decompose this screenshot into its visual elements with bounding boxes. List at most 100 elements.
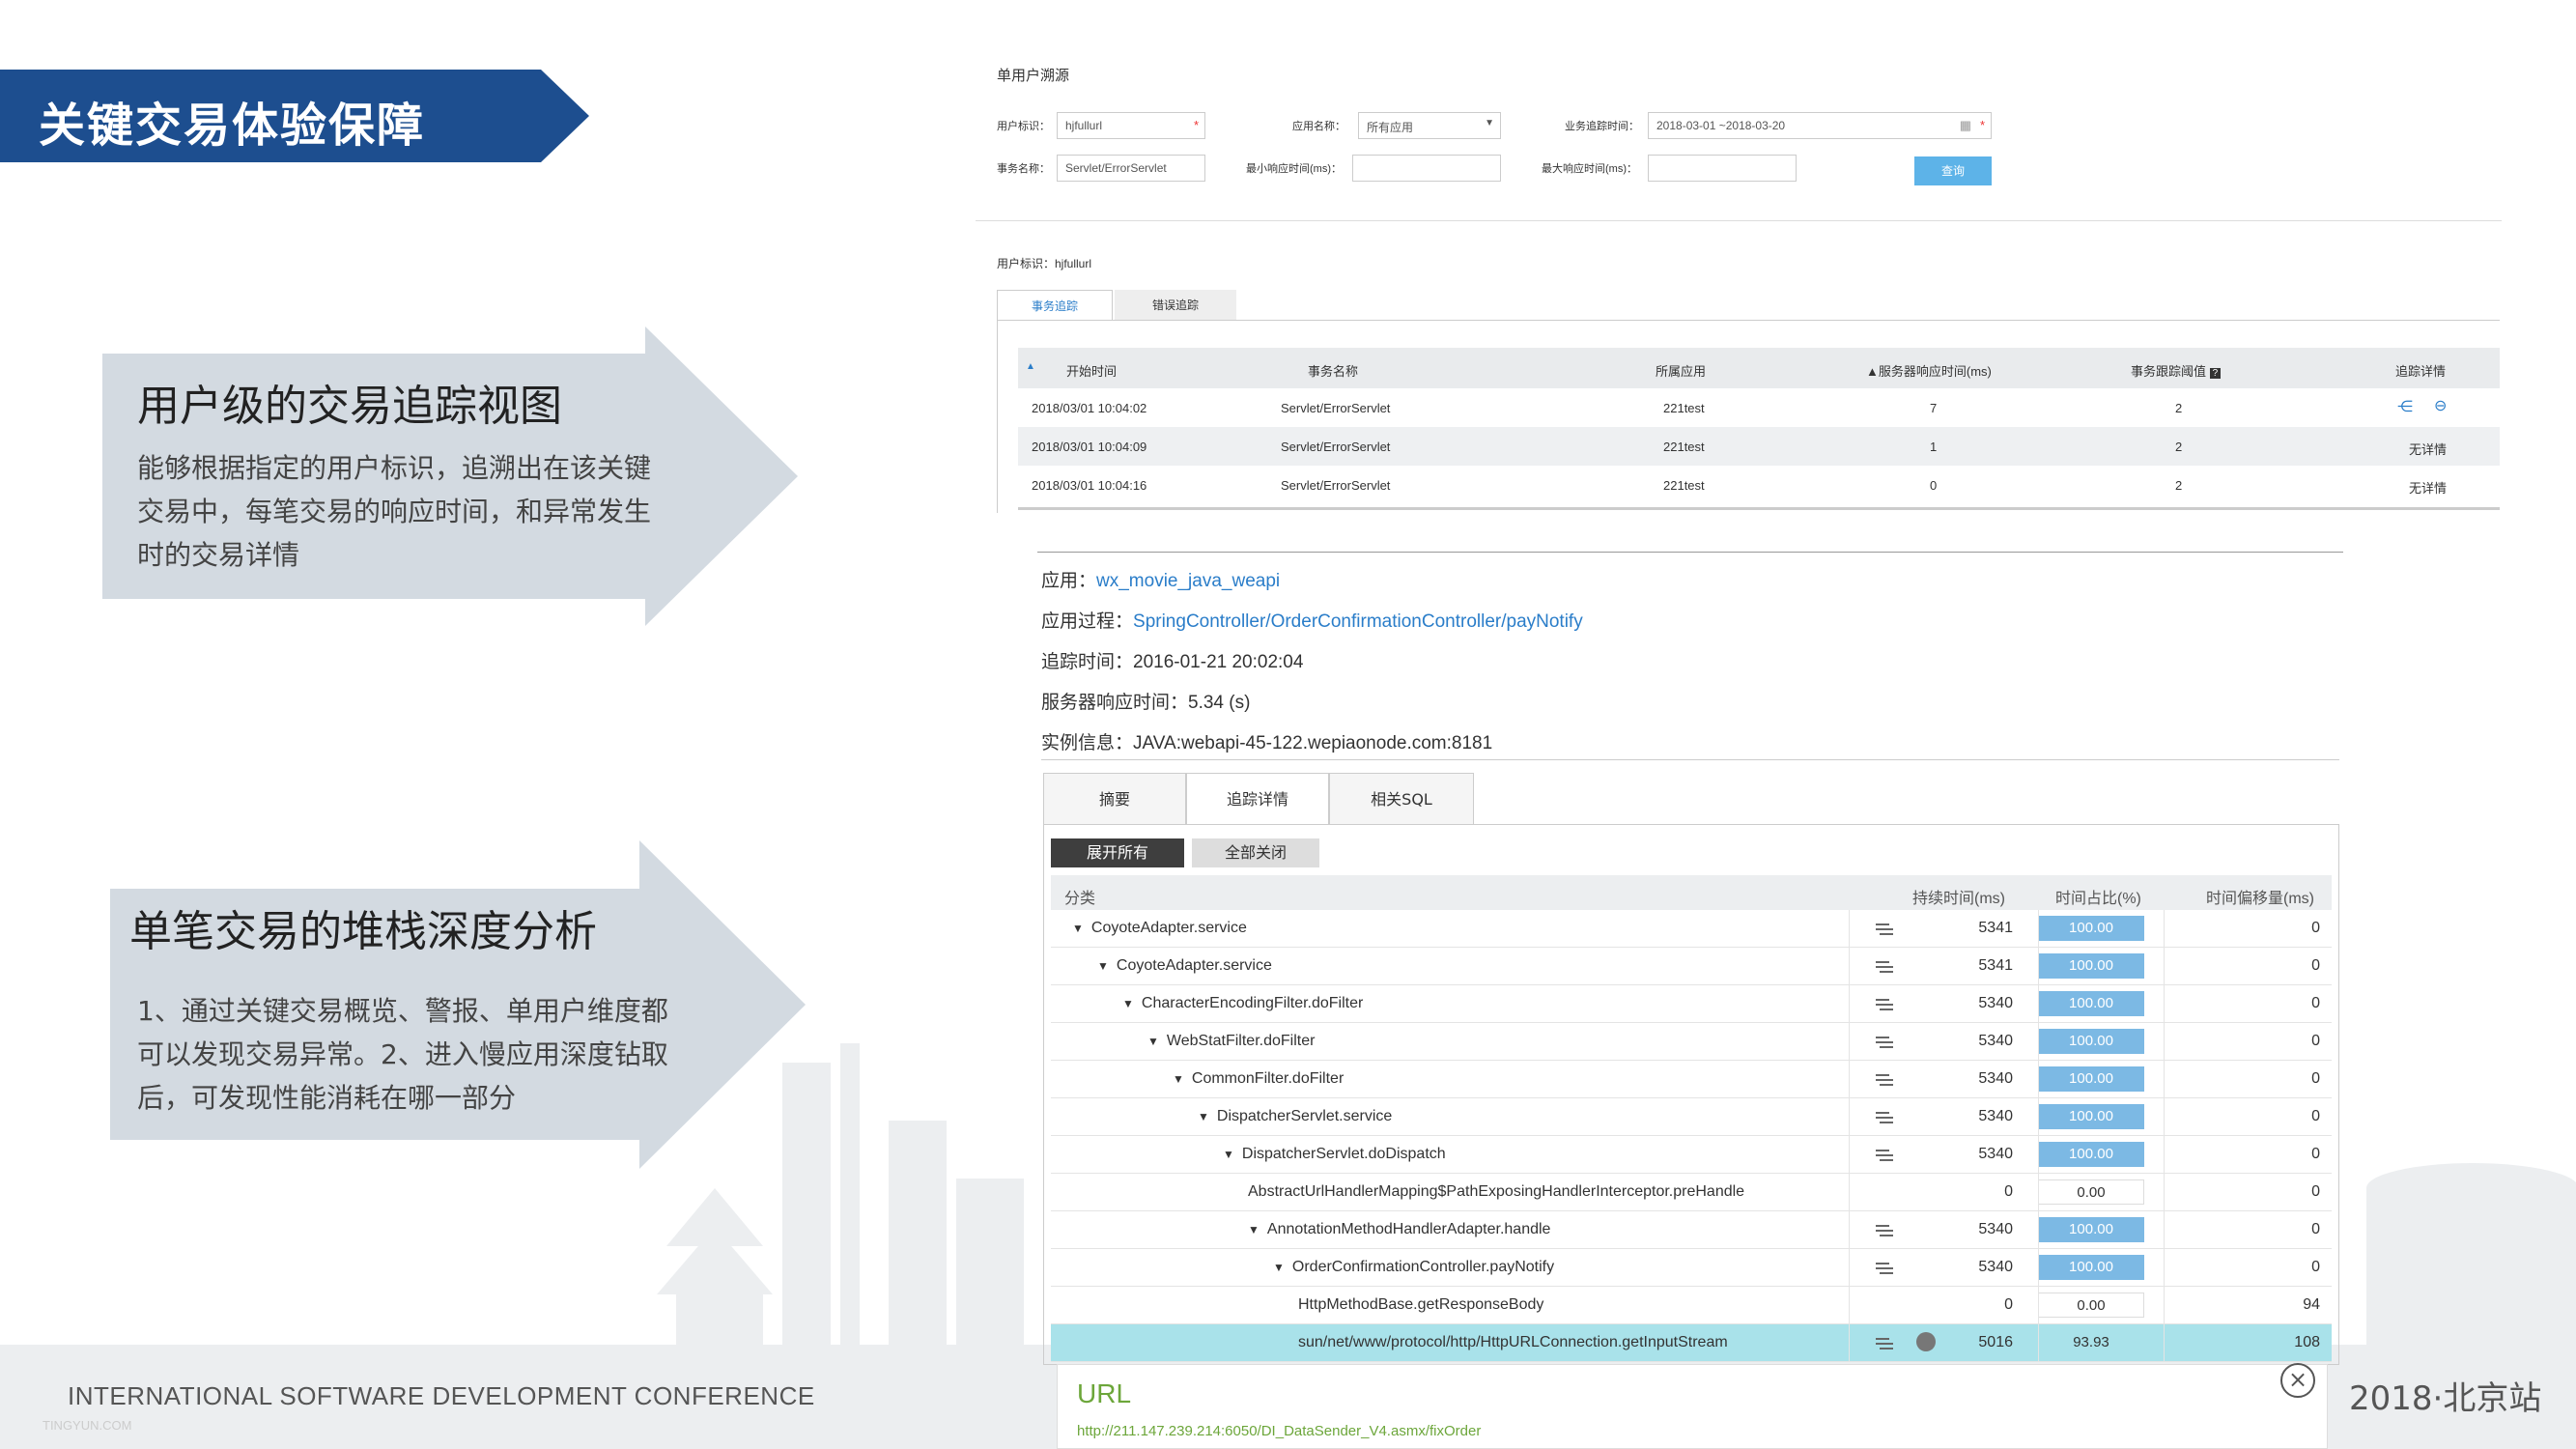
tree-node-name: DispatcherServlet.doDispatch: [1241, 1146, 1446, 1162]
percent-bar: 93.93: [2038, 1330, 2144, 1355]
offset-value: 0: [2311, 1108, 2320, 1124]
percent-value: 100.00: [2069, 995, 2113, 1011]
expand-toggle-icon[interactable]: ▼: [1173, 1072, 1184, 1086]
duration-value: 5016: [1978, 1334, 2013, 1350]
expand-toggle-icon[interactable]: ▼: [1198, 1110, 1209, 1123]
app-select[interactable]: 所有应用 ▼: [1358, 112, 1501, 139]
user-id-input[interactable]: hjfullurl *: [1057, 112, 1205, 139]
expand-toggle-icon[interactable]: ▼: [1223, 1148, 1234, 1161]
conference-year: 2018·北京站: [2349, 1379, 2542, 1418]
col-start-time[interactable]: 开始时间: [1066, 361, 1117, 380]
trace-tree-row[interactable]: ▼ CoyoteAdapter.service 5341 100.00 0: [1051, 948, 2332, 985]
stack-list-icon[interactable]: [1874, 1337, 1895, 1350]
cell-threshold: 2: [2175, 440, 2183, 454]
trace-tree-row[interactable]: ▼ OrderConfirmationController.payNotify 53…: [1051, 1249, 2332, 1287]
section1-text: 能够根据指定的用户标识，追溯出在该关键 交易中，每笔交易的响应时间，和异常发生 …: [137, 446, 678, 577]
detail-process-link[interactable]: SpringController/OrderConfirmationContro…: [1133, 611, 1583, 632]
trace-tree-row[interactable]: sun/net/www/protocol/http/HttpURLConnect…: [1051, 1324, 2332, 1362]
tree-node-name: AnnotationMethodHandlerAdapter.handle: [1266, 1221, 1551, 1237]
url-label: URL: [1077, 1378, 1132, 1408]
percent-value: 100.00: [2069, 920, 2113, 936]
tab-summary[interactable]: 摘要: [1043, 773, 1186, 825]
topology-icon[interactable]: ⋲: [2397, 397, 2413, 416]
zoom-detail-icon[interactable]: ⊖: [2434, 396, 2447, 415]
tab-related-sql[interactable]: 相关SQL: [1329, 773, 1474, 825]
stack-list-icon[interactable]: [1874, 998, 1895, 1011]
detail-app-link[interactable]: wx_movie_java_weapi: [1096, 571, 1280, 591]
col-trace-detail[interactable]: 追踪详情: [2395, 361, 2446, 380]
tx-name-input[interactable]: Servlet/ErrorServlet: [1057, 155, 1205, 182]
percent-bar: 100.00: [2038, 991, 2144, 1016]
globe-icon[interactable]: [1916, 1332, 1936, 1351]
stack-list-icon[interactable]: [1874, 1224, 1895, 1237]
table-row[interactable]: 2018/03/01 10:04:02 Servlet/ErrorServlet…: [1018, 388, 2500, 427]
col-percent: 时间占比(%): [2055, 891, 2141, 907]
col-tx-name[interactable]: 事务名称: [1308, 361, 1358, 380]
help-icon[interactable]: ?: [2209, 368, 2222, 379]
stack-list-icon[interactable]: [1874, 1036, 1895, 1049]
table-row[interactable]: 2018/03/01 10:04:16 Servlet/ErrorServlet…: [1018, 466, 2500, 504]
query-button[interactable]: 查询: [1914, 156, 1992, 185]
trace-tree-row[interactable]: ▼ DispatcherServlet.doDispatch 5340 100.00 0: [1051, 1136, 2332, 1174]
trace-tree-row[interactable]: ▼ WebStatFilter.doFilter 5340 100.00 0: [1051, 1023, 2332, 1061]
tab-trace-detail[interactable]: 追踪详情: [1186, 773, 1329, 825]
expand-toggle-icon[interactable]: ▼: [1097, 959, 1109, 973]
table-row[interactable]: 2018/03/01 10:04:09 Servlet/ErrorServlet…: [1018, 427, 2500, 466]
max-resp-label: 最大响应时间(ms)：: [1542, 163, 1637, 175]
section1-heading: 用户级的交易追踪视图: [137, 382, 562, 431]
tree-node-label: ▼ CoyoteAdapter.service: [1097, 957, 1272, 975]
tab-underline: [997, 320, 2500, 321]
instance-label: 实例信息：: [1041, 733, 1134, 753]
duration-value: 5340: [1978, 995, 2013, 1011]
trace-tree-row[interactable]: HttpMethodBase.getResponseBody 0 0.00 94: [1051, 1287, 2332, 1324]
trace-tree-row[interactable]: ▼ CommonFilter.doFilter 5340 100.00 0: [1051, 1061, 2332, 1098]
expand-toggle-icon[interactable]: ▼: [1122, 997, 1134, 1010]
cell-threshold: 2: [2175, 478, 2183, 493]
trace-tree-row[interactable]: AbstractUrlHandlerMapping$PathExposingHa…: [1051, 1174, 2332, 1211]
stack-list-icon[interactable]: [1874, 960, 1895, 974]
stack-list-icon[interactable]: [1874, 923, 1895, 936]
stack-list-icon[interactable]: [1874, 1262, 1895, 1275]
col-resp-time[interactable]: ▲服务器响应时间(ms): [1866, 361, 1992, 380]
collapse-all-button[interactable]: 全部关闭: [1192, 838, 1319, 867]
expand-toggle-icon[interactable]: ▼: [1147, 1035, 1159, 1048]
trace-tree-row[interactable]: ▼ CharacterEncodingFilter.doFilter 5340 100…: [1051, 985, 2332, 1023]
cell-tx: Servlet/ErrorServlet: [1281, 478, 1391, 493]
trace-tree-header: 分类 持续时间(ms) 时间占比(%) 时间偏移量(ms): [1051, 875, 2332, 910]
expand-toggle-icon[interactable]: ▼: [1248, 1223, 1260, 1236]
stack-list-icon[interactable]: [1874, 1073, 1895, 1087]
col-threshold[interactable]: 事务跟踪阈值 ?: [2131, 361, 2222, 380]
section2-line: 1、通过关键交易概览、警报、单用户维度都: [137, 995, 668, 1027]
offset-value: 108: [2294, 1334, 2320, 1350]
trace-time-value: 2018-03-01 ~2018-03-20: [1656, 119, 1786, 132]
trace-tree-row[interactable]: ▼ CoyoteAdapter.service 5341 100.00 0: [1051, 910, 2332, 948]
sort-up-icon[interactable]: ▲: [1026, 361, 1035, 372]
section2-heading: 单笔交易的堆栈深度分析: [129, 907, 597, 956]
expand-toggle-icon[interactable]: ▼: [1273, 1261, 1285, 1274]
col-threshold-label: 事务跟踪阈值: [2131, 364, 2207, 379]
close-icon[interactable]: ×: [2280, 1363, 2315, 1398]
percent-bar: 100.00: [2038, 916, 2144, 941]
percent-value: 100.00: [2069, 1146, 2113, 1162]
expand-all-button[interactable]: 展开所有: [1051, 838, 1184, 867]
tree-node-label: ▼ DispatcherServlet.doDispatch: [1223, 1146, 1446, 1163]
duration-value: 5340: [1978, 1221, 2013, 1237]
trace-tree-row[interactable]: ▼ AnnotationMethodHandlerAdapter.handle 53…: [1051, 1211, 2332, 1249]
expand-toggle-icon[interactable]: ▼: [1072, 922, 1084, 935]
url-value[interactable]: http://211.147.239.214:6050/DI_DataSende…: [1077, 1423, 1481, 1439]
max-resp-input[interactable]: [1648, 155, 1797, 182]
tab-error-trace[interactable]: 错误追踪: [1115, 290, 1236, 321]
stack-list-icon[interactable]: [1874, 1111, 1895, 1124]
tab-transaction-trace[interactable]: 事务追踪: [997, 290, 1113, 321]
cell-app: 221test: [1663, 440, 1705, 454]
offset-value: 0: [2311, 1070, 2320, 1087]
col-app[interactable]: 所属应用: [1656, 361, 1706, 380]
trace-time-label2: 追踪时间：: [1041, 652, 1134, 672]
panel-border: [997, 320, 998, 513]
min-resp-input[interactable]: [1352, 155, 1501, 182]
trace-time-input[interactable]: 2018-03-01 ~2018-03-20 ▦ *: [1648, 112, 1992, 139]
cell-resp: 0: [1930, 478, 1938, 493]
tree-node-label: ▼ CoyoteAdapter.service: [1072, 920, 1247, 937]
trace-tree-row[interactable]: ▼ DispatcherServlet.service 5340 100.00 0: [1051, 1098, 2332, 1136]
stack-list-icon[interactable]: [1874, 1149, 1895, 1162]
